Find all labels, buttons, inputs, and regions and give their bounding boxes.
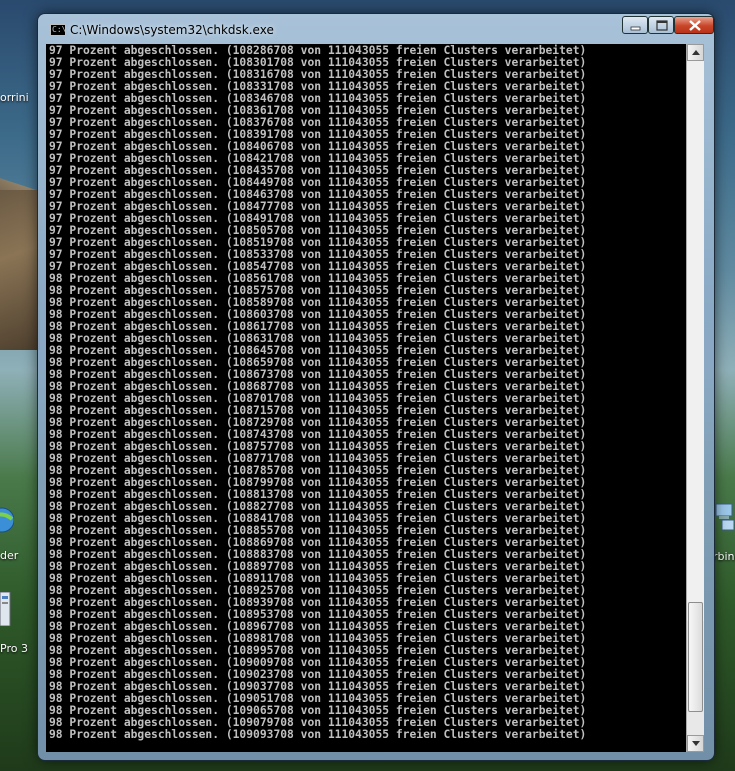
up-arrow-icon: [692, 50, 700, 55]
desktop-icon-label-top[interactable]: orrini: [0, 91, 29, 104]
maximize-button[interactable]: [648, 16, 674, 34]
minimize-button[interactable]: [622, 16, 648, 34]
close-button[interactable]: [674, 16, 714, 34]
scroll-down-button[interactable]: [687, 735, 704, 752]
document-icon[interactable]: [0, 591, 12, 630]
desktop-icon-label-bottom[interactable]: Pro 3: [0, 642, 28, 655]
desktop-icon-label-right[interactable]: rbine: [713, 550, 735, 563]
vertical-scrollbar[interactable]: [686, 44, 704, 752]
minimize-icon: [630, 26, 641, 31]
desktop-icon-label-mid[interactable]: der: [0, 549, 18, 562]
console-line: 98 Prozent abgeschlossen. (109093708 von…: [49, 728, 587, 741]
console-app-icon[interactable]: C:\: [50, 24, 66, 36]
scroll-track[interactable]: [687, 61, 704, 621]
globe-icon[interactable]: [0, 505, 15, 539]
console-window: C:\ C:\Windows\system32\chkdsk.exe 97 Pr…: [38, 14, 714, 760]
maximize-icon: [656, 20, 668, 31]
down-arrow-icon: [692, 741, 700, 746]
window-title: C:\Windows\system32\chkdsk.exe: [70, 23, 274, 37]
close-icon: [689, 20, 701, 31]
desktop-wallpaper-house: [0, 190, 40, 350]
title-bar[interactable]: C:\ C:\Windows\system32\chkdsk.exe: [38, 14, 714, 44]
scroll-up-button[interactable]: [687, 44, 704, 61]
network-computers-icon[interactable]: [714, 500, 735, 540]
console-output[interactable]: 97 Prozent abgeschlossen. (108286708 von…: [46, 44, 686, 752]
scroll-thumb[interactable]: [688, 602, 703, 713]
